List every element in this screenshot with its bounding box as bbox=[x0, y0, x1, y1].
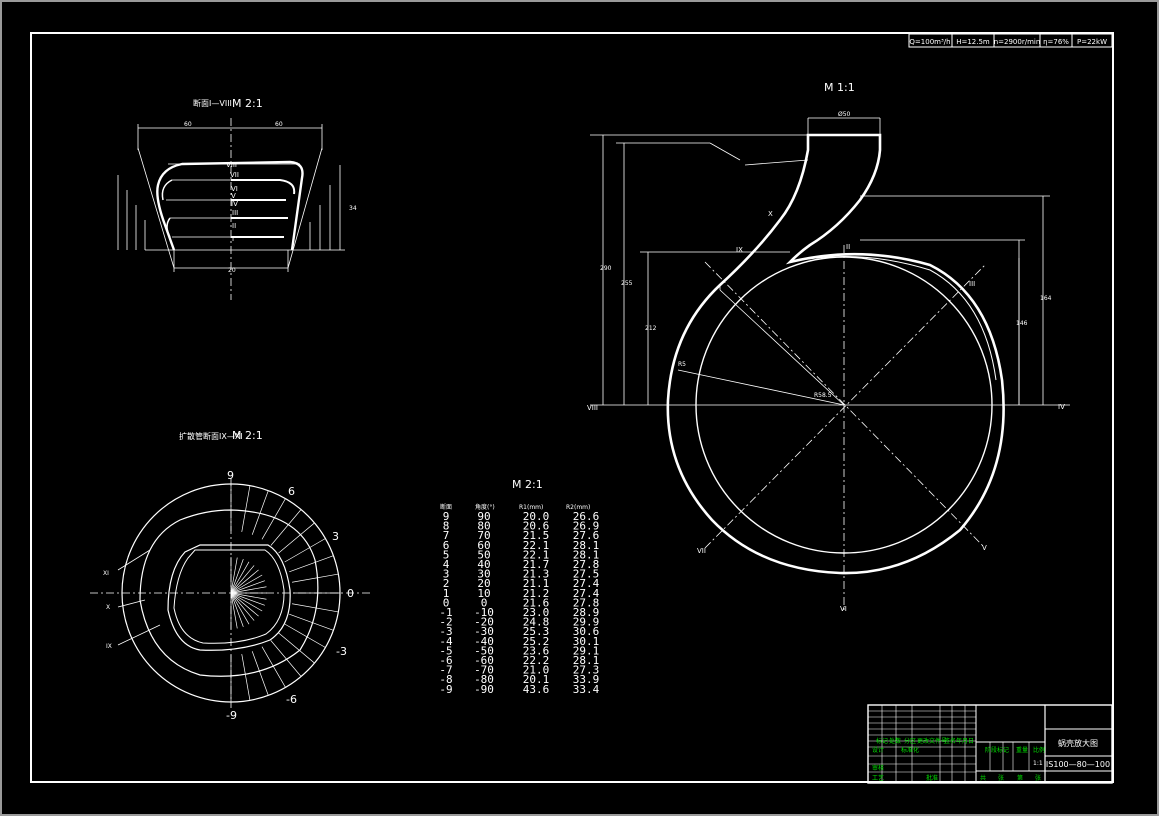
tb-label-weight: 重量 bbox=[1016, 746, 1028, 754]
diffuser-label-IX: IX bbox=[106, 643, 112, 650]
dim-half-right: 60 bbox=[275, 121, 283, 128]
section-view-scale: M 2:1 bbox=[232, 97, 263, 110]
main-mark-VII: VII bbox=[697, 547, 706, 555]
diffuser-grid-line bbox=[291, 573, 339, 583]
main-mark-IX: IX bbox=[736, 246, 743, 254]
sec-label-V: V bbox=[231, 192, 236, 200]
dim-h2: 255 bbox=[621, 280, 633, 287]
diffuser-label-X: X bbox=[106, 604, 110, 611]
dim-h5: 146 bbox=[1016, 320, 1028, 327]
main-mark-V: V bbox=[982, 544, 987, 552]
dim-bottom: 20 bbox=[228, 267, 236, 274]
param-flow: Q=100m³/h bbox=[909, 38, 950, 46]
tb-label-approve: 批准 bbox=[926, 774, 938, 782]
tb-label-zone: 分区 bbox=[904, 737, 916, 745]
section-view-title: 断面I—VIII bbox=[193, 98, 232, 108]
main-view-scale: M 1:1 bbox=[824, 81, 855, 94]
angle-label-9: 9 bbox=[227, 469, 234, 482]
sec-label-VII: VII bbox=[230, 171, 239, 179]
diffuser-grid-line bbox=[289, 555, 334, 573]
sec-label-VIII: VIII bbox=[226, 161, 237, 169]
table-rows: 9 90 20.0 26.68 80 20.6 26.97 70 21.5 27.66 60 22.1… bbox=[439, 510, 599, 696]
diffuser-grid-line bbox=[241, 485, 251, 533]
diffuser-grid-line bbox=[241, 653, 251, 701]
tb-label-mark: 标记 bbox=[876, 737, 888, 745]
main-mark-VIII: VIII bbox=[587, 404, 598, 412]
main-mark-I: I bbox=[719, 284, 721, 292]
tb-label-stage: 阶段标记 bbox=[985, 746, 1009, 754]
table-scale: M 2:1 bbox=[512, 478, 543, 491]
diffuser-grid-line bbox=[270, 640, 302, 677]
tb-label-standard: 标准化 bbox=[901, 746, 919, 754]
tb-label-ratio: 比例 bbox=[1033, 746, 1045, 754]
tb-label-count: 处数 bbox=[889, 737, 901, 745]
dim-half-left: 60 bbox=[184, 121, 192, 128]
dim-height: 34 bbox=[349, 205, 357, 212]
dim-throat: R58.5 bbox=[814, 392, 832, 399]
diffuser-grid-line bbox=[251, 651, 269, 696]
tb-label-sheet: 张 bbox=[998, 774, 1004, 782]
volute-contour bbox=[666, 133, 1005, 575]
diffuser-grid-line bbox=[278, 632, 315, 664]
tb-label-process: 工艺 bbox=[872, 774, 884, 782]
tb-label-sign: 签名 bbox=[944, 737, 956, 745]
drawing-number: IS100—80—100 bbox=[1046, 760, 1110, 769]
tb-label-no: 第 bbox=[1017, 774, 1023, 782]
param-power: P=22kW bbox=[1077, 38, 1107, 46]
dim-outlet: Ø50 bbox=[838, 111, 851, 118]
angle-label-minus9: -9 bbox=[226, 709, 237, 722]
diffuser-scale: M 2:1 bbox=[232, 429, 263, 442]
cad-drawing: Q=100m³/h H=12.5m n=2900r/min η=76% P=22… bbox=[30, 32, 1114, 784]
diffuser-grid-line bbox=[278, 522, 315, 554]
sec-label-III: III bbox=[232, 209, 238, 217]
tb-label-review: 审核 bbox=[872, 764, 884, 772]
param-head: H=12.5m bbox=[956, 38, 990, 46]
main-mark-II: II bbox=[846, 243, 850, 251]
tb-label-change: 更改文件号 bbox=[917, 737, 947, 745]
tb-label-sheet2: 张 bbox=[1035, 774, 1041, 782]
diffuser-label-XI: XI bbox=[103, 570, 109, 577]
diffuser-view: 扩散管断面IX—XI M 2:1 XI X IX 9 6 3 0 -3 -6 -… bbox=[90, 429, 370, 722]
volute-view: M 1:1 Ø50 290 255 212 164 146 R58.5 R5 I… bbox=[587, 81, 1070, 613]
table-cell: 43.6 bbox=[523, 683, 550, 696]
tb-label-date: 年月日 bbox=[956, 737, 974, 745]
sec-label-I: I bbox=[232, 235, 234, 243]
sec-label-IV: IV bbox=[231, 200, 238, 208]
tb-label-total: 共 bbox=[980, 774, 986, 782]
diffuser-grid-line bbox=[284, 538, 326, 563]
dim-h4: 164 bbox=[1040, 295, 1052, 302]
main-mark-X: X bbox=[768, 210, 773, 218]
dim-h3: 212 bbox=[645, 325, 657, 332]
diffuser-grid-line bbox=[284, 623, 326, 648]
main-mark-VI: VI bbox=[840, 605, 847, 613]
angle-label-minus6: -6 bbox=[286, 693, 297, 706]
param-efficiency: η=76% bbox=[1043, 38, 1069, 46]
table-cell: -9 bbox=[439, 683, 452, 696]
drawing-name: 蜗壳放大图 bbox=[1058, 738, 1098, 748]
angle-label-0: 0 bbox=[347, 587, 354, 600]
angle-label-6: 6 bbox=[288, 485, 295, 498]
param-speed: n=2900r/min bbox=[994, 38, 1041, 46]
angle-label-3: 3 bbox=[332, 530, 339, 543]
table-cell: 33.4 bbox=[573, 683, 600, 696]
title-block: 标记 处数 分区 更改文件号 签名 年月日 设计 标准化 阶段标记 重量 比例 … bbox=[867, 704, 1113, 784]
header-params: Q=100m³/h H=12.5m n=2900r/min η=76% P=22… bbox=[908, 33, 1113, 48]
dim-h1: 290 bbox=[600, 265, 612, 272]
diffuser-rays bbox=[230, 557, 267, 629]
main-mark-III: III bbox=[969, 280, 975, 288]
drawing-ratio: 1:1 bbox=[1033, 760, 1043, 767]
diffuser-grid-line bbox=[270, 509, 302, 546]
tb-label-design: 设计 bbox=[872, 746, 884, 754]
diffuser-grid-line bbox=[261, 646, 286, 688]
diffuser-grid-line bbox=[261, 498, 286, 540]
dim-tongue: R5 bbox=[678, 361, 686, 368]
radius-table: M 2:1 断面 角度(°) R1(mm) R2(mm) 9 90 20.0 26.6… bbox=[439, 478, 599, 696]
table-cell: -90 bbox=[474, 683, 494, 696]
angle-label-minus3: -3 bbox=[336, 645, 347, 658]
main-mark-IV: IV bbox=[1058, 403, 1065, 411]
sec-label-II: II bbox=[232, 222, 236, 230]
section-view: 断面I—VIII M 2:1 60 60 20 34 VIII VII VI V… bbox=[117, 97, 357, 300]
